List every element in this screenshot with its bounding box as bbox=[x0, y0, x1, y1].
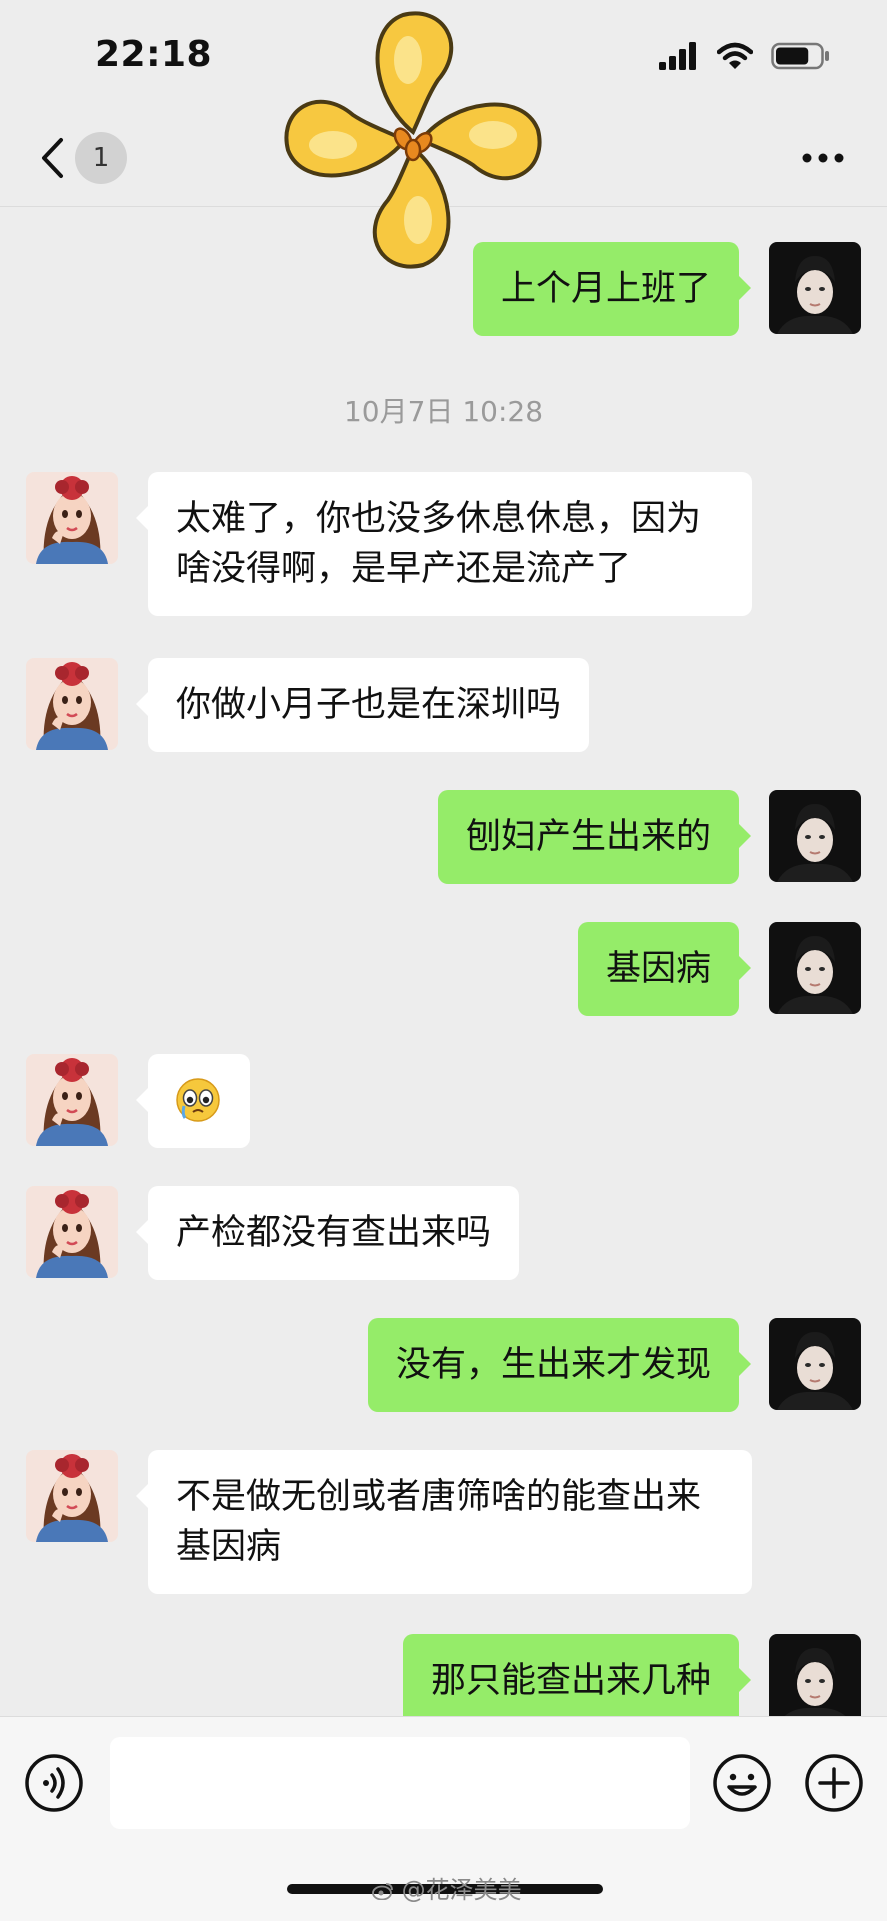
status-time: 22:18 bbox=[95, 34, 213, 75]
message-timestamp: 10月7日 10:28 bbox=[343, 395, 544, 428]
my-avatar[interactable] bbox=[769, 242, 861, 334]
received-message-bubble[interactable]: 太难了，你也没多休息休息，因为啥没得啊，是早产还是流产了 bbox=[136, 472, 752, 616]
more-dots-icon bbox=[802, 153, 844, 163]
emoji-button[interactable] bbox=[712, 1753, 772, 1813]
chat-message-list[interactable]: 上个月上班了 10月7日 10:28 太难了，你也没多休息休息，因为啥没得啊，是… bbox=[0, 206, 887, 1716]
flower-sticker bbox=[284, 11, 542, 269]
watermark: @花泽美美 bbox=[372, 1870, 522, 1905]
my-avatar[interactable] bbox=[769, 1634, 861, 1716]
received-message-bubble[interactable]: 你做小月子也是在深圳吗 bbox=[135, 658, 590, 752]
unread-count-badge[interactable]: 1 bbox=[75, 132, 127, 184]
back-button[interactable] bbox=[32, 132, 72, 184]
back-chevron-icon bbox=[42, 138, 63, 178]
voice-input-button[interactable] bbox=[24, 1753, 84, 1813]
status-icons bbox=[659, 42, 831, 70]
watermark-text: @花泽美美 bbox=[401, 1876, 522, 1904]
emoji-icon bbox=[713, 1754, 771, 1812]
my-avatar[interactable] bbox=[769, 922, 861, 1014]
contact-avatar[interactable] bbox=[26, 1054, 118, 1146]
signal-icon bbox=[659, 42, 696, 70]
sent-message-bubble[interactable]: 没有，生出来才发现 bbox=[367, 1318, 752, 1412]
wifi-icon bbox=[717, 42, 753, 69]
plus-icon bbox=[805, 1754, 863, 1812]
my-avatar[interactable] bbox=[769, 790, 861, 882]
more-options-button[interactable] bbox=[799, 138, 847, 178]
received-message-bubble[interactable]: 不是做无创或者唐筛啥的能查出来基因病 bbox=[136, 1450, 752, 1594]
more-functions-button[interactable] bbox=[804, 1753, 864, 1813]
contact-avatar[interactable] bbox=[26, 1450, 118, 1542]
sent-message-bubble[interactable]: 那只能查出来几种 bbox=[402, 1634, 752, 1716]
received-emoji-bubble[interactable] bbox=[136, 1054, 250, 1148]
sent-message-bubble[interactable]: 刨妇产生出来的 bbox=[437, 790, 752, 884]
contact-avatar[interactable] bbox=[26, 472, 118, 564]
voice-icon bbox=[25, 1754, 83, 1812]
sent-message-bubble[interactable]: 基因病 bbox=[577, 922, 752, 1016]
weibo-icon bbox=[372, 1883, 393, 1901]
contact-avatar[interactable] bbox=[26, 1186, 118, 1278]
message-input[interactable] bbox=[110, 1737, 690, 1829]
contact-avatar[interactable] bbox=[26, 658, 118, 750]
my-avatar[interactable] bbox=[769, 1318, 861, 1410]
battery-icon bbox=[771, 42, 829, 70]
received-message-bubble[interactable]: 产检都没有查出来吗 bbox=[135, 1186, 520, 1280]
crying-face-emoji bbox=[176, 1078, 220, 1122]
